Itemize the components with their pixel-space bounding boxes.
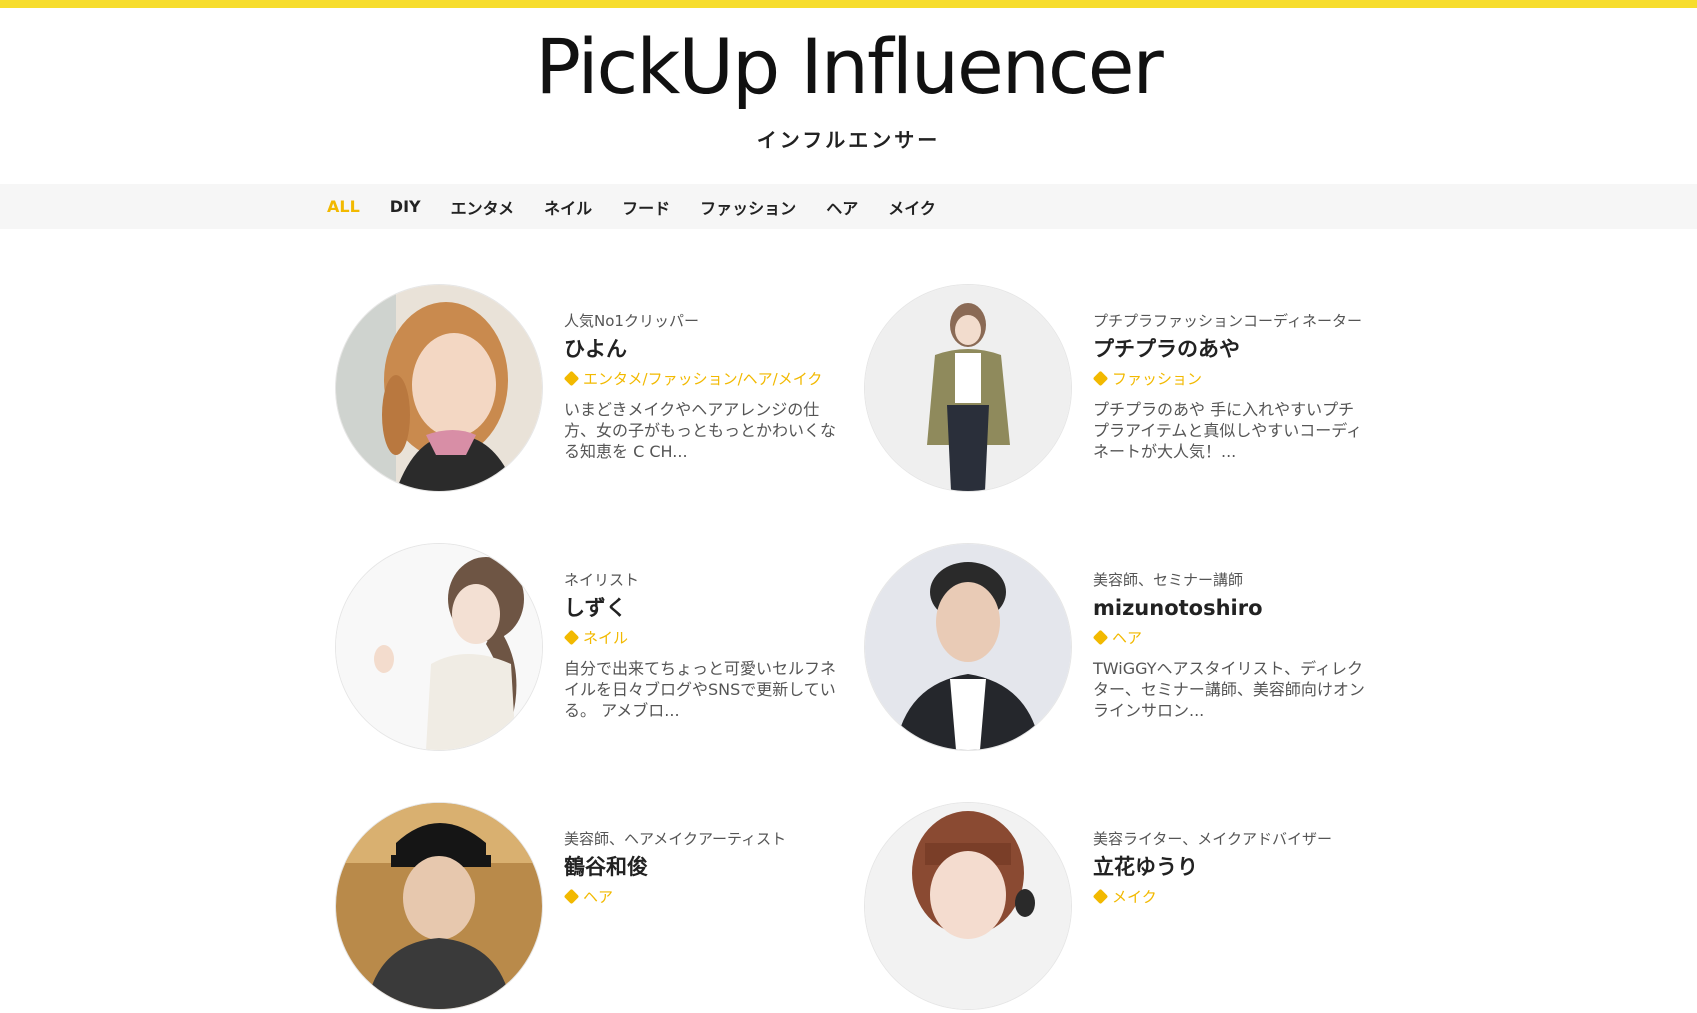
nav-item-hair[interactable]: ヘア [826, 195, 858, 219]
nav-item-makeup[interactable]: メイク [888, 195, 936, 219]
influencer-role: 人気No1クリッパー [564, 312, 699, 330]
tag-icon [1092, 629, 1109, 646]
influencer-tags[interactable]: エンタメ/ファッション/ヘア/メイク [583, 370, 822, 388]
influencer-role: 美容師、ヘアメイクアーティスト [564, 830, 787, 848]
influencer-role: ネイリスト [564, 571, 640, 589]
influencer-description: 自分で出来てちょっと可愛いセルフネイルを日々ブログやSNSで更新している。 アメ… [564, 659, 837, 720]
tag-icon [1092, 888, 1109, 905]
influencer-avatar[interactable] [865, 285, 1071, 491]
influencer-avatar[interactable] [865, 544, 1071, 750]
tag-icon [563, 370, 580, 387]
nav-item-food[interactable]: フード [622, 195, 670, 219]
nav-item-nail[interactable]: ネイル [544, 195, 592, 219]
influencer-avatar[interactable] [865, 803, 1071, 1009]
influencer-name[interactable]: プチプラのあや [1093, 335, 1365, 363]
influencer-tags[interactable]: ネイル [583, 629, 628, 647]
influencer-card[interactable]: 美容師、ヘアメイクアーティスト 鶴谷和俊 ヘア [328, 803, 848, 1013]
influencer-avatar[interactable] [336, 803, 542, 1009]
tag-icon [563, 629, 580, 646]
site-header: PickUp Influencer インフルエンサー [0, 8, 1697, 184]
influencer-tags[interactable]: ヘア [1112, 629, 1142, 647]
influencer-description: TWiGGYヘアスタイリスト、ディレクター、セミナー講師、美容師向けオンラインサ… [1093, 659, 1365, 720]
influencer-card[interactable]: プチプラファッションコーディネーター プチプラのあや ファッション プチプラのあ… [857, 285, 1377, 495]
influencer-name[interactable]: ひよん [564, 335, 836, 363]
nav-item-entertainment[interactable]: エンタメ [451, 195, 515, 219]
influencer-card[interactable]: 美容師、セミナー講師 mizunotoshiro ヘア TWiGGYヘアスタイリ… [857, 544, 1377, 754]
influencer-description: プチプラのあや 手に入れやすいプチプラアイテムと真似しやすいコーディネートが大人… [1093, 400, 1363, 461]
influencer-name[interactable]: しずく [564, 594, 836, 622]
page-subtitle: インフルエンサー [756, 128, 941, 152]
influencer-name[interactable]: mizunotoshiro [1093, 594, 1365, 622]
influencer-card[interactable]: ネイリスト しずく ネイル 自分で出来てちょっと可愛いセルフネイルを日々ブログや… [328, 544, 848, 754]
influencer-avatar[interactable] [336, 285, 542, 491]
nav-item-diy[interactable]: DIY [390, 197, 421, 216]
influencer-role: 美容師、セミナー講師 [1093, 571, 1244, 589]
influencer-role: プチプラファッションコーディネーター [1093, 312, 1362, 330]
category-nav: ALL DIY エンタメ ネイル フード ファッション ヘア メイク [0, 184, 1697, 229]
influencer-name[interactable]: 立花ゆうり [1093, 853, 1365, 881]
top-accent-bar [0, 0, 1697, 8]
nav-item-all[interactable]: ALL [327, 197, 360, 216]
influencer-card[interactable]: 人気No1クリッパー ひよん エンタメ/ファッション/ヘア/メイク いまどきメイ… [328, 285, 848, 495]
tag-icon [563, 888, 580, 905]
influencer-name[interactable]: 鶴谷和俊 [564, 853, 836, 881]
influencer-tags[interactable]: メイク [1112, 888, 1157, 906]
tag-icon [1092, 370, 1109, 387]
influencer-tags[interactable]: ヘア [583, 888, 613, 906]
influencer-card[interactable]: 美容ライター、メイクアドバイザー 立花ゆうり メイク [857, 803, 1377, 1013]
site-logo[interactable]: PickUp Influencer [0, 22, 1697, 112]
influencer-tags[interactable]: ファッション [1112, 370, 1202, 388]
influencer-description: いまどきメイクやヘアアレンジの仕方、女の子がもっともっとかわいくなる知恵を C … [564, 400, 837, 461]
influencer-avatar[interactable] [336, 544, 542, 750]
influencer-role: 美容ライター、メイクアドバイザー [1093, 830, 1332, 848]
nav-item-fashion[interactable]: ファッション [700, 195, 796, 219]
